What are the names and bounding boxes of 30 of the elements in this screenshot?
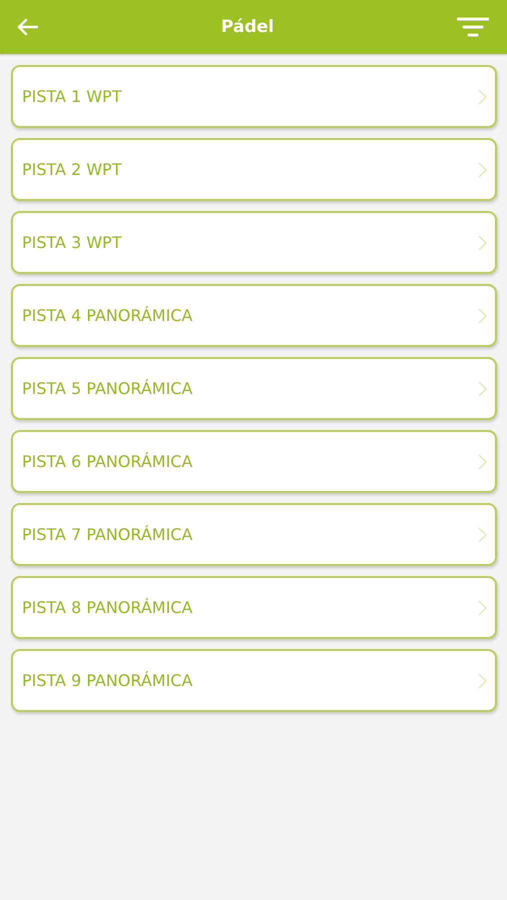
court-list-item[interactable]: PISTA 1 WPT — [11, 65, 497, 128]
chevron-right-icon — [478, 162, 487, 178]
court-list-item[interactable]: PISTA 6 PANORÁMICA — [11, 430, 497, 493]
chevron-right-icon — [478, 454, 487, 470]
back-arrow-icon — [16, 18, 38, 36]
court-name: PISTA 3 WPT — [22, 233, 122, 252]
court-name: PISTA 4 PANORÁMICA — [22, 306, 193, 325]
court-list-item[interactable]: PISTA 4 PANORÁMICA — [11, 284, 497, 347]
court-list-item[interactable]: PISTA 9 PANORÁMICA — [11, 649, 497, 712]
court-name: PISTA 1 WPT — [22, 87, 122, 106]
court-list-item[interactable]: PISTA 2 WPT — [11, 138, 497, 201]
filter-icon — [456, 17, 489, 37]
court-list-item[interactable]: PISTA 3 WPT — [11, 211, 497, 274]
court-name: PISTA 7 PANORÁMICA — [22, 525, 193, 544]
chevron-right-icon — [478, 380, 487, 396]
chevron-right-icon — [478, 672, 487, 688]
court-name: PISTA 2 WPT — [22, 160, 122, 179]
court-list-item[interactable]: PISTA 7 PANORÁMICA — [11, 503, 497, 566]
court-name: PISTA 5 PANORÁMICA — [22, 379, 193, 398]
court-name: PISTA 8 PANORÁMICA — [22, 598, 193, 617]
court-name: PISTA 9 PANORÁMICA — [22, 671, 193, 690]
court-name: PISTA 6 PANORÁMICA — [22, 452, 193, 471]
screen-title: Pádel — [220, 17, 274, 37]
chevron-right-icon — [478, 308, 487, 324]
court-list-item[interactable]: PISTA 8 PANORÁMICA — [11, 576, 497, 639]
chevron-right-icon — [478, 600, 487, 616]
chevron-right-icon — [478, 526, 487, 542]
court-list-item[interactable]: PISTA 5 PANORÁMICA — [11, 357, 497, 420]
chevron-right-icon — [478, 234, 487, 250]
chevron-right-icon — [478, 88, 487, 104]
